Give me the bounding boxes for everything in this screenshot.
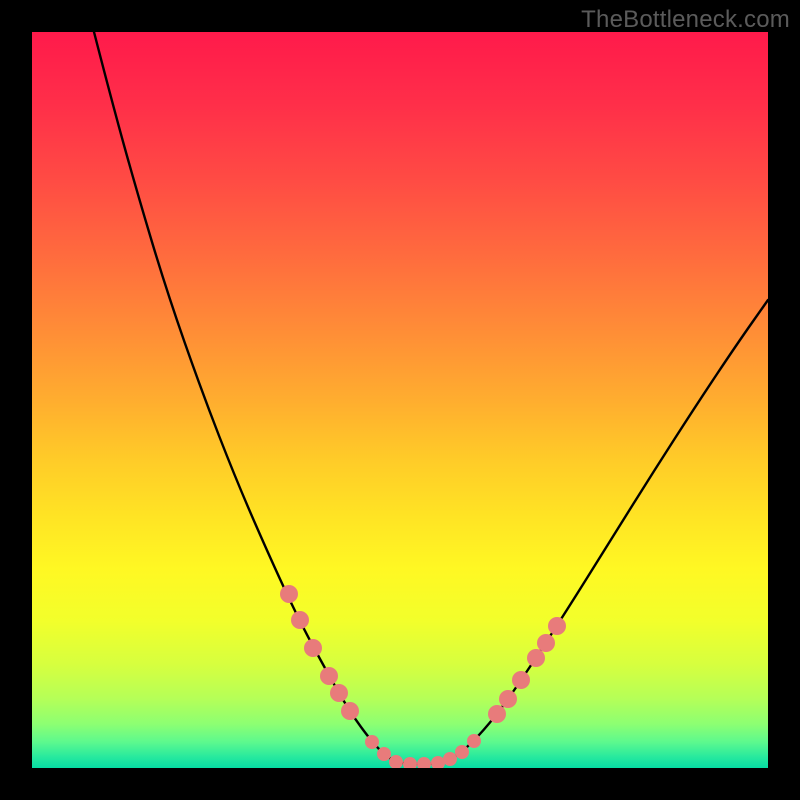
curve-marker	[377, 747, 391, 761]
curve-marker	[443, 752, 457, 766]
watermark-text: TheBottleneck.com	[581, 6, 790, 34]
chart-frame: TheBottleneck.com	[0, 0, 800, 800]
curve-marker	[304, 639, 322, 657]
curve-marker	[455, 745, 469, 759]
curve-marker	[499, 690, 517, 708]
curve-marker	[280, 585, 298, 603]
curve-marker	[488, 705, 506, 723]
curve-marker	[330, 684, 348, 702]
curve-marker	[341, 702, 359, 720]
chart-svg	[32, 32, 768, 768]
curve-marker	[527, 649, 545, 667]
curve-marker	[548, 617, 566, 635]
curve-marker	[537, 634, 555, 652]
curve-marker	[320, 667, 338, 685]
curve-marker	[365, 735, 379, 749]
curve-marker	[467, 734, 481, 748]
curve-marker	[291, 611, 309, 629]
plot-area	[32, 32, 768, 768]
curve-marker	[512, 671, 530, 689]
gradient-background	[32, 32, 768, 768]
